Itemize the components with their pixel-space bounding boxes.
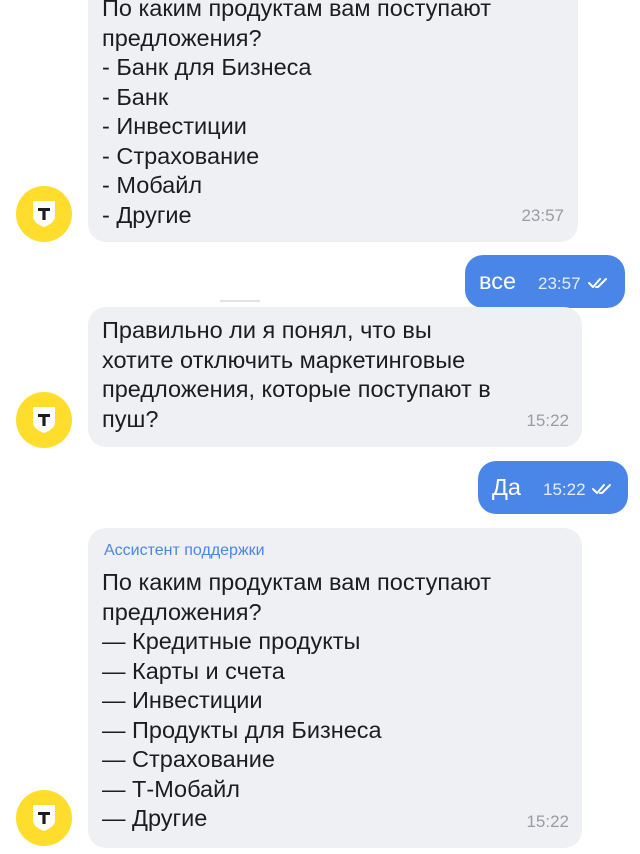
chat-screen: По каким продуктам вам поступают предлож… xyxy=(0,0,640,854)
bot-avatar[interactable] xyxy=(16,790,72,846)
tbank-shield-icon xyxy=(33,805,55,831)
divider xyxy=(220,300,260,302)
message-text: Да xyxy=(492,474,521,500)
message-text: По каким продуктам вам поступают предлож… xyxy=(102,0,492,228)
outgoing-message[interactable]: все 23:57 xyxy=(465,255,625,308)
incoming-message[interactable]: По каким продуктам вам поступают предлож… xyxy=(88,0,578,242)
message-time: 15:22 xyxy=(526,411,569,430)
message-text: По каким продуктам вам поступают предлож… xyxy=(102,569,492,831)
outgoing-message[interactable]: Да 15:22 xyxy=(478,461,628,514)
bot-avatar[interactable] xyxy=(16,392,72,448)
tbank-shield-icon xyxy=(33,201,55,227)
message-time: 15:22 xyxy=(543,480,586,499)
message-text: Правильно ли я понял, что вы хотите откл… xyxy=(102,317,491,432)
tbank-shield-icon xyxy=(33,407,55,433)
message-time: 15:22 xyxy=(526,812,569,831)
message-time: 23:57 xyxy=(521,206,564,225)
incoming-message[interactable]: Ассистент поддержки По каким продуктам в… xyxy=(88,528,582,848)
read-double-check-icon xyxy=(592,484,611,494)
message-time: 23:57 xyxy=(538,274,581,293)
incoming-message[interactable]: Правильно ли я понял, что вы хотите откл… xyxy=(88,307,582,447)
message-text: все xyxy=(479,268,517,294)
read-double-check-icon xyxy=(588,278,607,288)
sender-name: Ассистент поддержки xyxy=(104,542,265,559)
bot-avatar[interactable] xyxy=(16,186,72,242)
